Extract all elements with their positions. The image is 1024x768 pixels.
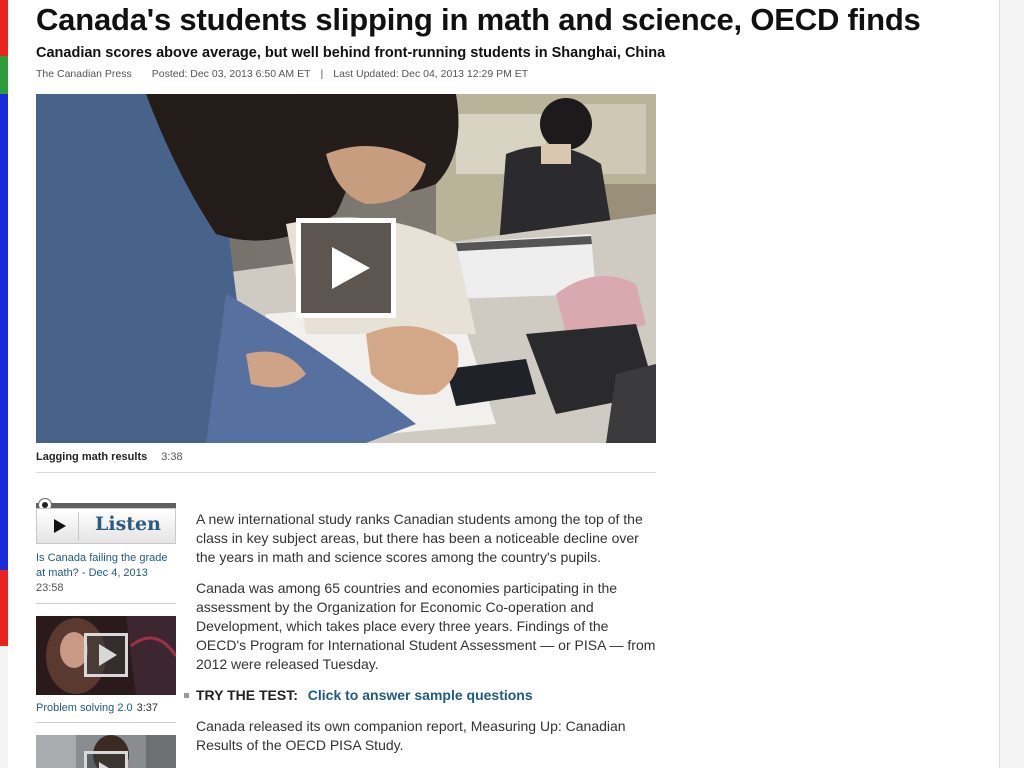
edge-strip-red-lower [0,570,8,646]
article-paragraph: Canada released its own companion report… [196,718,626,753]
article-body: A new international study ranks Canadian… [184,510,658,767]
edge-strip-green [0,56,8,94]
audio-link[interactable]: Is Canada failing the grade at math? - D… [36,551,176,581]
related-video-title[interactable]: Problem solving 2.0 [36,702,133,714]
headline: Canada's students slipping in math and s… [36,2,921,37]
article-paragraph: Canada was among 65 countries and econom… [196,580,656,672]
audio-duration: 23:58 [36,582,64,594]
byline: The Canadian Press Posted: Dec 03, 2013 6… [36,68,528,80]
related-video-thumbnail-2[interactable] [36,735,176,768]
video-play-button[interactable] [296,218,396,318]
audio-play-button[interactable] [40,512,79,540]
thumbnail-play-button[interactable] [84,633,128,677]
listen-button[interactable]: Listen [36,497,176,545]
divider [36,472,656,473]
related-video-caption: Problem solving 2.0 3:37 [36,702,158,714]
divider [36,722,176,723]
bullet-icon [184,693,189,698]
edge-strip-gray [0,646,8,768]
right-gutter [999,0,1024,768]
article-paragraph: A new international study ranks Canadian… [196,511,643,565]
try-the-test: TRY THE TEST: Click to answer sample que… [184,686,658,705]
try-the-test-label: TRY THE TEST: [196,687,298,703]
edge-strip-red [0,0,8,56]
video-title[interactable]: Lagging math results [36,451,147,463]
video-player[interactable] [36,94,656,443]
byline-separator: | [320,68,324,80]
play-icon [99,644,117,666]
video-caption: Lagging math results 3:38 [36,451,183,463]
divider [36,603,176,604]
byline-source: The Canadian Press [36,68,132,80]
related-video-thumbnail[interactable] [36,616,176,695]
video-duration: 3:38 [161,451,183,463]
thumbnail-play-button[interactable] [84,751,128,768]
sample-questions-link[interactable]: Click to answer sample questions [308,687,533,703]
subheadline: Canadian scores above average, but well … [36,45,666,61]
listen-label: Listen [95,513,161,535]
byline-posted: Posted: Dec 03, 2013 6:50 AM ET [151,68,311,80]
play-icon [332,247,370,289]
edge-strip-blue [0,94,8,570]
play-icon [99,762,117,768]
listen-body: Listen [36,508,176,544]
byline-updated: Last Updated: Dec 04, 2013 12:29 PM ET [333,68,529,80]
related-video-duration: 3:37 [136,702,159,714]
play-icon [54,519,66,533]
